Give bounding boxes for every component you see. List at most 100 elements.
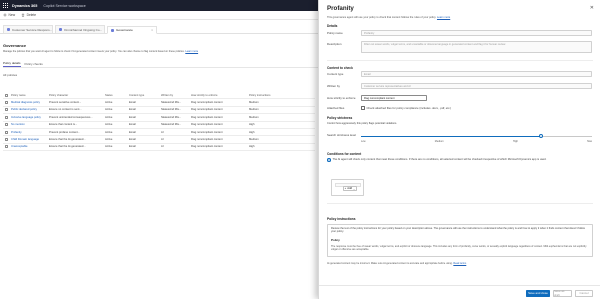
radio-conditional-label: The AI agent will check only content tha… — [332, 158, 547, 161]
slider-thumb[interactable] — [539, 134, 544, 138]
column-header[interactable]: Status — [105, 94, 129, 97]
workspace-name: Copilot Service workspace — [43, 3, 86, 8]
table-row[interactable]: No mention Ensure that content is... Activ… — [3, 122, 315, 129]
column-header[interactable]: Policy instructions — [249, 94, 299, 97]
read-terms-link[interactable]: Read terms — [453, 262, 466, 265]
tab-policy-details[interactable]: Policy details — [3, 61, 21, 67]
tab-omnichannel[interactable]: Omnichannel Ongoing Co... × — [55, 25, 105, 33]
table-cell: Ensure that content is... — [49, 123, 78, 127]
session-icon — [111, 28, 114, 32]
tab-label: Omnichannel Ongoing Co... — [64, 27, 103, 32]
table-row[interactable]: Child Domain language Ensure that the AI-… — [3, 136, 315, 144]
table-cell: Active — [105, 101, 113, 105]
instructions-text: Review the text of the policy instructio… — [331, 227, 585, 234]
ai-disclaimer-text: AI-generated content may be incorrect. M… — [327, 262, 453, 265]
row-checkbox[interactable] — [5, 115, 8, 119]
new-button[interactable]: New — [3, 13, 15, 17]
learn-more-link[interactable]: Learn more — [185, 50, 198, 53]
tab-policy-checks[interactable]: Policy checks — [25, 62, 43, 67]
instructions-heading: Policy instructions — [327, 217, 356, 221]
panel-title: Profanity — [327, 5, 354, 12]
radio-conditional[interactable]: The AI agent will check only content tha… — [327, 158, 593, 162]
table-cell: AI — [161, 130, 164, 134]
app-launcher-icon[interactable] — [3, 2, 9, 9]
table-row[interactable]: Inclusive language policy Prevent uninten… — [3, 114, 315, 122]
strictness-slider[interactable]: Low Medium High Max — [361, 132, 592, 144]
row-checkbox[interactable] — [5, 123, 8, 127]
table-cell: Active — [105, 108, 113, 112]
table-row[interactable]: Profanity Prevent profane content... Activ… — [3, 129, 315, 137]
panel-learn-more-link[interactable]: Learn more — [437, 16, 450, 19]
row-checkbox[interactable] — [5, 108, 8, 112]
policy-name-link[interactable]: Unacceptable — [11, 145, 49, 148]
tab-label: Governance — [116, 28, 133, 32]
row-checkbox[interactable] — [5, 138, 8, 142]
page-title: Governance — [3, 43, 27, 48]
table-cell: Flag noncompliant content — [191, 115, 223, 119]
table-cell: SkatesAnd Mis... — [161, 115, 182, 119]
table-cell: Email — [129, 123, 136, 127]
table-cell: Email — [129, 101, 136, 105]
table-row[interactable]: Public declared policy Ensure no content … — [3, 107, 315, 115]
table-row[interactable]: Medical diagnosis policy Prevent sensitiv… — [3, 99, 315, 107]
attached-files-checkbox[interactable]: Check attached files for policy complian… — [361, 106, 451, 110]
instructions-subheading: Policy — [331, 237, 340, 242]
plus-icon — [3, 13, 7, 17]
close-icon[interactable]: ✕ — [590, 5, 594, 11]
column-header[interactable]: Policy name — [11, 94, 49, 97]
policy-name-field[interactable]: Profanity — [361, 30, 592, 36]
slider-label-medium: Medium — [434, 140, 444, 143]
table-row[interactable]: Unacceptable Ensure that the AI-generated… — [3, 144, 315, 152]
save-and-close-button[interactable]: Save and close — [526, 290, 550, 297]
app-name[interactable]: Dynamics 365 — [12, 4, 37, 8]
command-bar: New Delete — [0, 11, 318, 20]
content-type-field[interactable]: Email — [361, 71, 592, 77]
strictness-level-label: Search strictness level — [327, 133, 356, 137]
table-cell: Flag noncompliant content — [191, 145, 223, 149]
tab-customer-service[interactable]: Customer Service Respons... × — [3, 25, 53, 33]
policy-name-link[interactable]: Child Domain language — [11, 138, 49, 141]
column-header[interactable]: Policy character — [49, 94, 105, 97]
table-cell: Ensure that the AI-generated... — [49, 145, 86, 149]
policy-name-label: Policy name — [327, 31, 343, 35]
enforce-dropdown[interactable]: Flag noncompliant content — [361, 95, 427, 101]
policy-name-link[interactable]: Profanity — [11, 131, 49, 134]
column-header[interactable]: Content type — [129, 94, 161, 97]
cancel-button[interactable]: Cancel — [575, 290, 593, 297]
close-icon[interactable]: × — [151, 28, 153, 32]
close-icon[interactable]: × — [104, 28, 105, 32]
table-cell: Ensure that the AI-generated... — [49, 138, 86, 142]
table-header: Policy name Policy character Status Cont… — [3, 92, 315, 100]
table-cell: Flag noncompliant content — [191, 130, 223, 134]
instructions-box[interactable]: Review the text of the policy instructio… — [327, 224, 593, 257]
content-type-label: Content type — [327, 72, 344, 76]
tab-governance[interactable]: Governance × — [107, 26, 157, 34]
table-cell: Email — [129, 115, 136, 119]
column-header[interactable]: Written by — [161, 94, 191, 97]
add-condition-button[interactable]: + Add ⌄ — [343, 186, 357, 191]
written-by-field[interactable]: Customer service representatives and AI — [361, 83, 592, 89]
attached-files-label: Attached files — [327, 106, 345, 110]
row-checkbox[interactable] — [5, 130, 8, 134]
ai-disclaimer: AI-generated content may be incorrect. M… — [327, 262, 466, 265]
delete-button[interactable]: Delete — [21, 13, 36, 17]
table-cell: Flag noncompliant content — [191, 138, 223, 142]
table-cell: Prevent unintended consequences... — [49, 115, 93, 119]
table-cell: Ensure no content is sent... — [49, 108, 82, 112]
policy-name-link[interactable]: Medical diagnosis policy — [11, 101, 49, 104]
row-checkbox[interactable] — [5, 101, 8, 105]
governance-page: Governance Manage the policies that you … — [0, 36, 318, 299]
table-cell: Flag noncompliant content — [191, 108, 223, 112]
table-cell: Medium — [249, 101, 259, 105]
table-cell: Active — [105, 123, 113, 127]
delete-button-label: Delete — [26, 13, 37, 17]
description-field[interactable]: Filter out swear words, vulgar terms, an… — [361, 41, 592, 53]
save-as-draft-button[interactable]: Save as draft — [553, 289, 572, 297]
select-all-checkbox[interactable] — [5, 93, 8, 97]
table-cell: Active — [105, 130, 113, 134]
policy-name-link[interactable]: Public declared policy — [11, 108, 49, 111]
policy-name-link[interactable]: No mention — [11, 123, 49, 126]
policy-name-link[interactable]: Inclusive language policy — [11, 116, 49, 119]
row-checkbox[interactable] — [5, 145, 8, 149]
column-header[interactable]: How strictly to enforce — [191, 94, 249, 97]
